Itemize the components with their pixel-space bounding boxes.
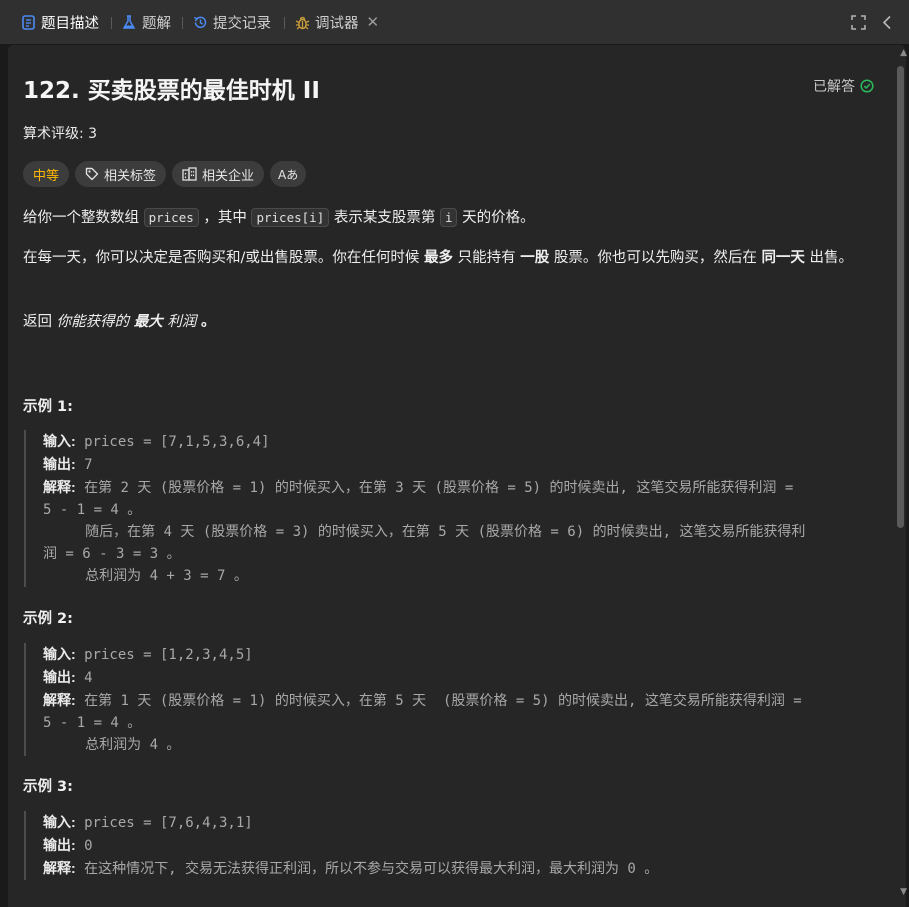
desc-text: 在每一天，你可以决定是否购买和/或出售股票。你在任何时候 [23, 250, 420, 266]
explain-line: 5 - 1 = 4 。 [43, 502, 142, 518]
desc-bold: 同一天 [761, 250, 805, 266]
tag-icon [85, 167, 99, 181]
desc-bold: 最多 [424, 250, 453, 266]
chevron-left-icon[interactable] [882, 0, 892, 44]
problem-description-panel: 122. 买卖股票的最佳时机 II 已解答 算术评级: 3 中等 相关标签 相关… [8, 45, 906, 907]
desc-bold: 一股 [520, 250, 550, 266]
input-label: 输入: [43, 814, 76, 830]
desc-text: 。 [200, 314, 216, 330]
explain-line: 总利润为 4 + 3 = 7 。 [43, 568, 248, 584]
example-3-block: 输入: prices = [7,6,4,3,1] 输出: 0 解释: 在这种情况… [24, 811, 893, 880]
tab-divider [182, 17, 183, 29]
expand-icon[interactable] [851, 0, 866, 44]
desc-text: 给你一个整数数组 [23, 210, 139, 226]
building-icon [182, 167, 197, 181]
scroll-up-arrow[interactable]: ▲ [900, 48, 907, 58]
tab-debugger-label: 调试器 [315, 15, 359, 32]
close-icon[interactable]: ✕ [367, 13, 380, 31]
example-1-block: 输入: prices = [7,1,5,3,6,4] 输出: 7 解释: 在第 … [24, 430, 893, 587]
desc-text: 出售。 [809, 250, 854, 266]
desc-text: ，其中 [203, 210, 247, 226]
tab-submissions[interactable]: 提交记录 [192, 0, 271, 44]
inline-code: i [439, 208, 458, 227]
explain-label: 解释: [43, 860, 76, 876]
tab-solutions-label: 题解 [142, 15, 171, 32]
example-3-heading: 示例 3: [23, 779, 73, 795]
explain-line: 5 - 1 = 4 。 [43, 715, 142, 731]
description-paragraph-3: 返回 你能获得的 最大 利润 。 [23, 311, 873, 333]
output-label: 输出: [43, 669, 76, 685]
desc-italic: 你能获得的 [56, 314, 130, 330]
explain-label: 解释: [43, 692, 76, 708]
output-label: 输出: [43, 456, 76, 472]
explain-line: 在第 2 天 (股票价格 = 1) 的时候买入，在第 3 天 (股票价格 = 5… [84, 480, 794, 496]
document-icon [20, 14, 36, 30]
desc-italic: 利润 [167, 314, 197, 330]
solved-label: 已解答 [813, 79, 855, 95]
bug-icon [294, 14, 310, 30]
input-value: prices = [7,6,4,3,1] [84, 815, 253, 831]
related-tags-label: 相关标签 [104, 168, 157, 184]
inline-code: prices[i] [251, 208, 330, 227]
desc-text: 只能持有 [457, 250, 516, 266]
explain-line: 在第 1 天 (股票价格 = 1) 的时候买入，在第 5 天 (股票价格 = 5… [84, 693, 802, 709]
explain-line: 润 = 6 - 3 = 3 。 [43, 546, 181, 562]
tab-divider [284, 17, 285, 29]
tab-divider [111, 17, 112, 29]
tab-submissions-label: 提交记录 [213, 15, 271, 32]
related-companies-label: 相关企业 [202, 168, 255, 184]
inline-code: prices [143, 208, 199, 227]
check-circle-icon [860, 79, 874, 93]
tab-solutions[interactable]: 题解 [121, 0, 171, 44]
tag-row: 中等 相关标签 相关企业 Aあ [23, 161, 312, 187]
solved-status: 已解答 [813, 76, 874, 96]
input-value: prices = [7,1,5,3,6,4] [84, 434, 270, 450]
example-2-heading: 示例 2: [23, 611, 73, 627]
scroll-down-arrow[interactable]: ▼ [900, 887, 907, 897]
explain-line: 总利润为 4 。 [43, 737, 181, 753]
output-value: 7 [84, 457, 93, 473]
output-label: 输出: [43, 837, 76, 853]
tab-description-label: 题目描述 [41, 15, 99, 32]
example-1-heading: 示例 1: [23, 399, 73, 415]
desc-text: 返回 [23, 314, 52, 330]
flask-icon [121, 14, 137, 30]
history-icon [192, 14, 208, 30]
explain-line: 随后，在第 4 天 (股票价格 = 3) 的时候买入，在第 5 天 (股票价格 … [43, 524, 806, 540]
example-2-block: 输入: prices = [1,2,3,4,5] 输出: 4 解释: 在第 1 … [24, 643, 893, 756]
input-label: 输入: [43, 646, 76, 662]
rating-label: 算术评级: 3 [23, 126, 98, 142]
input-value: prices = [1,2,3,4,5] [84, 647, 253, 663]
translate-icon: Aあ [278, 167, 299, 182]
explain-line: 在这种情况下, 交易无法获得正利润，所以不参与交易可以获得最大利润，最大利润为 … [84, 861, 659, 877]
desc-text: 天的价格。 [462, 210, 535, 226]
related-tags-button[interactable]: 相关标签 [75, 161, 167, 187]
tab-debugger[interactable]: 调试器 ✕ [294, 0, 379, 44]
tab-description[interactable]: 题目描述 [20, 0, 99, 44]
description-paragraph-2: 在每一天，你可以决定是否购买和/或出售股票。你在任何时候 最多 只能持有 一股 … [23, 247, 873, 269]
related-companies-button[interactable]: 相关企业 [172, 161, 265, 187]
problem-title: 122. 买卖股票的最佳时机 II [23, 78, 320, 104]
desc-bold-italic: 最大 [133, 314, 163, 330]
desc-text: 表示某支股票第 [333, 210, 436, 226]
translate-button[interactable]: Aあ [270, 161, 307, 187]
scrollbar-thumb[interactable] [897, 66, 904, 528]
tab-bar: 题目描述 题解 提交记录 调试器 ✕ [0, 0, 909, 44]
output-value: 0 [84, 838, 93, 854]
difficulty-badge: 中等 [23, 161, 70, 187]
desc-text: 股票。你也可以先购买，然后在 [553, 250, 757, 266]
explain-label: 解释: [43, 479, 76, 495]
description-paragraph-1: 给你一个整数数组 prices ，其中 prices[i] 表示某支股票第 i … [23, 207, 873, 229]
output-value: 4 [84, 670, 93, 686]
input-label: 输入: [43, 433, 76, 449]
